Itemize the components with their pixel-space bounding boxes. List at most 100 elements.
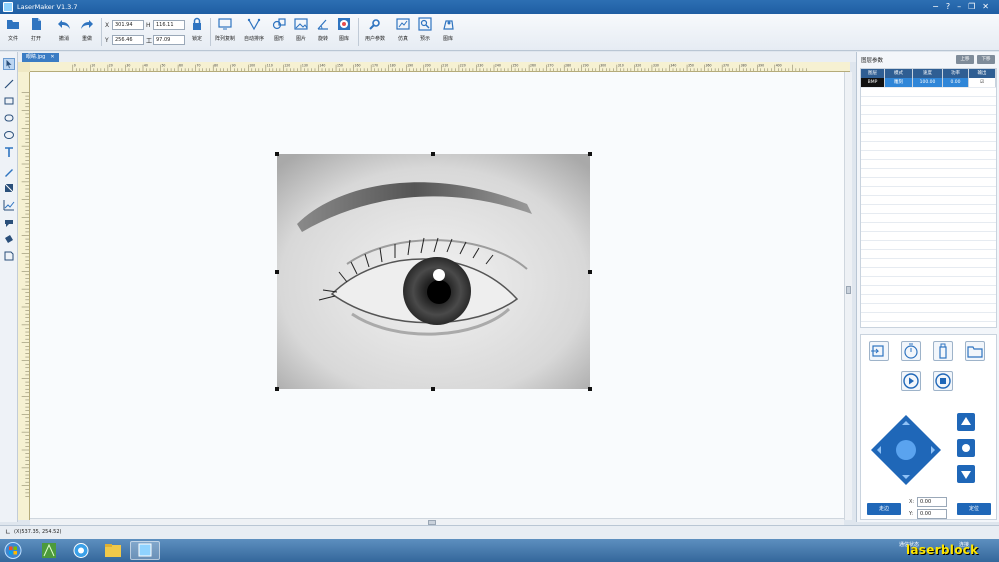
resize-handle-top[interactable] [431,152,435,156]
image-button[interactable]: 图片 [294,17,308,42]
vertical-scrollbar[interactable] [844,72,852,520]
eye-photo[interactable] [277,154,590,389]
pen-tool-icon[interactable] [3,166,15,178]
minimize-ribbon-icon[interactable]: − [932,1,939,13]
document-tab-bar: 眼睛.jpg ✕ [18,52,856,62]
open-folder-button[interactable] [965,341,985,361]
width-input[interactable]: 116.11 [153,20,185,30]
output-checkbox[interactable]: ☑ [969,78,996,87]
crop-tool-icon[interactable] [3,250,15,262]
x-offset-input[interactable]: 0.00 [917,497,947,507]
chart-tool-icon[interactable] [3,199,15,211]
resize-handle-bottom[interactable] [431,387,435,391]
z-home-button[interactable] [957,439,975,457]
browser-icon[interactable] [66,541,96,560]
layer-panel: 图层参数 上移 下移 图层 模式 速度 功率 输出 BMP 雕刻 100.00 … [856,52,999,522]
z-up-button[interactable] [957,413,975,431]
redo-button[interactable]: 重做 [80,17,94,42]
ruler-tick-label: 60 [179,64,183,68]
y-offset-input[interactable]: 0.00 [917,509,947,519]
rotate-button[interactable]: 旋转 [316,17,330,42]
text-tool-icon[interactable] [3,146,15,158]
z-down-button[interactable] [957,465,975,483]
taskbar-app-icon[interactable] [34,541,64,560]
x-position-input[interactable]: 301.94 [112,20,144,30]
direction-pad[interactable] [871,415,941,485]
preview-button[interactable]: 预示 [418,17,432,42]
rounded-rect-tool-icon[interactable] [3,112,15,124]
eraser-tool-icon[interactable] [3,182,15,194]
move-up-button[interactable]: 上移 [956,55,974,64]
file-button[interactable]: 文件 [6,17,20,42]
app-logo-icon [3,2,13,12]
lock-button[interactable]: 锁定 [190,17,204,42]
y-position-input[interactable]: 256.46 [112,35,144,45]
height-input[interactable]: 97.09 [153,35,185,45]
frame-button[interactable] [869,341,889,361]
array-copy-button[interactable]: 阵列复制 [215,17,235,42]
usb-button[interactable] [933,341,953,361]
minimize-button[interactable]: – [957,1,961,13]
close-button[interactable]: ✕ [982,1,989,13]
move-down-button[interactable]: 下移 [977,55,995,64]
start-button-icon[interactable] [2,541,24,560]
laser-maker-taskbar-icon [138,543,152,557]
position-button[interactable]: 定位 [957,503,991,515]
lock-icon [193,17,201,30]
toolbar-separator [101,18,102,46]
shapes-icon [272,18,286,30]
auto-sort-button[interactable]: 自动排序 [244,17,264,42]
palette-icon [338,18,350,30]
resize-handle-top-right[interactable] [588,152,592,156]
vertical-scroll-thumb[interactable] [846,286,851,294]
undo-icon [58,20,70,29]
resize-handle-right[interactable] [588,270,592,274]
resize-handle-left[interactable] [275,270,279,274]
trace-edge-button[interactable]: 走边 [867,503,901,515]
help-icon[interactable]: ? [946,1,950,13]
line-tool-icon[interactable] [3,78,15,90]
fill-tool-icon[interactable] [3,233,15,245]
tab-close-icon[interactable]: ✕ [50,53,54,62]
simulate-button[interactable]: 仿真 [396,17,410,42]
shape-button[interactable]: 图形 [272,17,286,42]
stamp-tool-icon[interactable] [3,216,15,228]
ruler-tick-label: 170 [372,64,378,68]
open-file-icon [32,18,41,30]
gallery-button[interactable]: 图库 [441,17,455,42]
horizontal-scrollbar[interactable] [30,518,844,525]
cursor-coordinates: (X)537.35, 254.52) [14,529,62,535]
simulate-icon [396,18,410,30]
node-path-icon [247,18,261,31]
library-button[interactable]: 图库 [337,17,351,42]
y-position-field: Y 256.46 [105,35,144,45]
redo-icon [81,20,93,29]
laser-maker-taskbar-item[interactable] [130,541,160,560]
select-arrow-icon[interactable] [3,58,15,70]
rectangle-tool-icon[interactable] [3,95,15,107]
resize-handle-bottom-right[interactable] [588,387,592,391]
ruler-tick-label: 250 [512,64,518,68]
ellipse-tool-icon[interactable] [3,129,15,141]
user-params-button[interactable]: 用户参数 [365,17,385,42]
file-explorer-icon[interactable] [98,541,128,560]
resize-handle-top-left[interactable] [275,152,279,156]
resize-handle-bottom-left[interactable] [275,387,279,391]
drawing-tools [0,52,18,522]
start-button[interactable] [901,371,921,391]
laser-maker-app: LaserMaker V1.3.7 − ? – ❐ ✕ 文件 打开 撤消 重做 [0,0,999,562]
undo-button[interactable]: 撤消 [57,17,71,42]
ruler-corner [18,62,30,72]
ruler-tick-label: 150 [337,64,343,68]
maximize-button[interactable]: ❐ [968,1,975,13]
stop-button[interactable] [933,371,953,391]
ruler-tick-label: 80 [214,64,218,68]
document-tab[interactable]: 眼睛.jpg ✕ [22,53,59,62]
timer-button[interactable] [901,341,921,361]
layer-row[interactable]: BMP 雕刻 100.00 0.00 ☑ [861,78,996,87]
layer-table-header: 图层 模式 速度 功率 输出 [861,69,996,78]
folder-outline-icon [967,346,983,358]
layer-table-empty-rows [861,87,996,327]
open-button[interactable]: 打开 [29,17,43,42]
width-field: H 116.11 [146,20,185,30]
